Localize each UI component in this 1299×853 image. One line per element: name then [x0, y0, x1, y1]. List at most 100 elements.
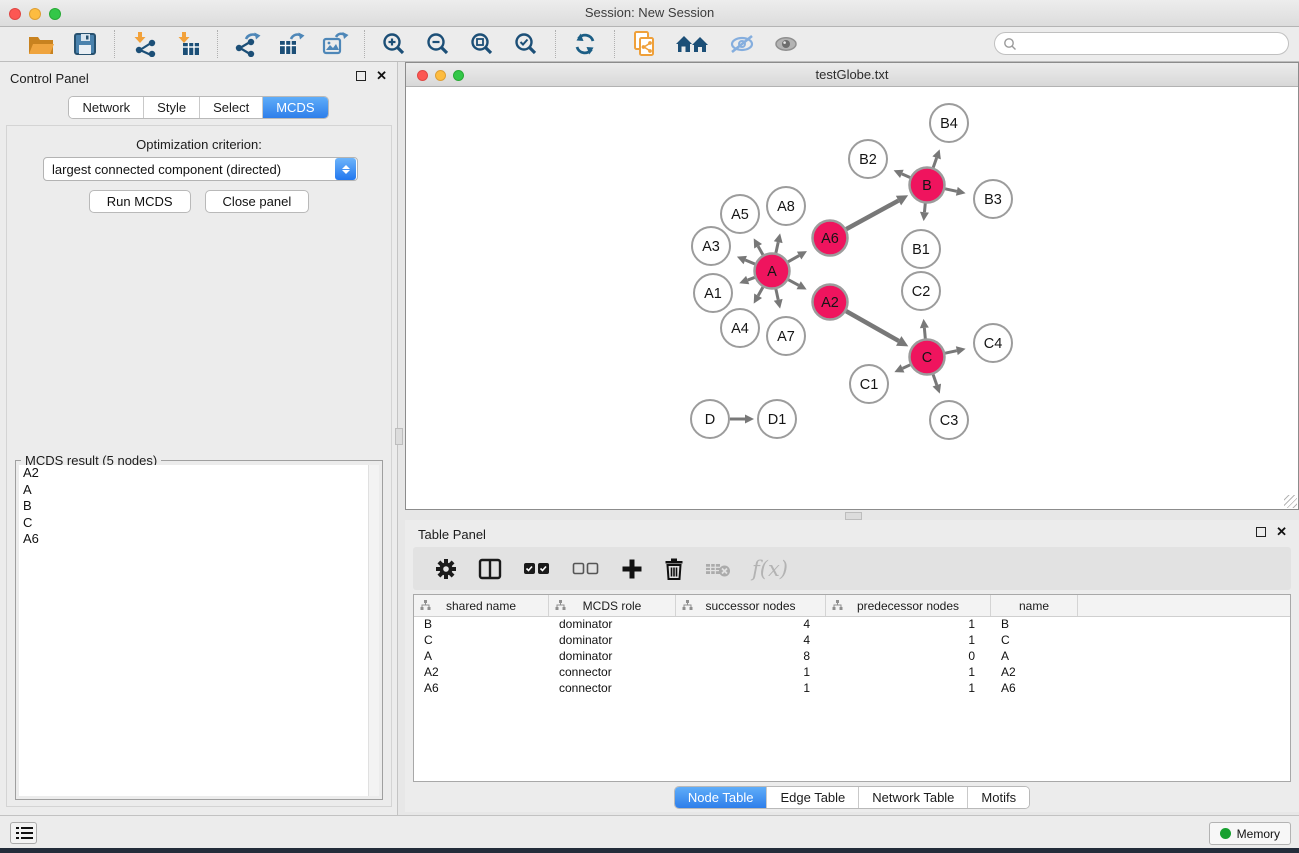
network-canvas[interactable]: AA5A8A3A1A4A7A6A2BB2B4B3B1CC2C4C1C3DD1 — [406, 87, 1298, 509]
run-mcds-button[interactable]: Run MCDS — [89, 190, 191, 213]
show-graphics-details-button[interactable] — [771, 30, 801, 58]
add-column-button[interactable] — [621, 558, 643, 580]
table-cell[interactable]: B — [414, 617, 549, 633]
table-cell[interactable]: A — [991, 649, 1078, 665]
network-graph[interactable]: AA5A8A3A1A4A7A6A2BB2B4B3B1CC2C4C1C3DD1 — [406, 87, 1298, 509]
table-cell[interactable]: dominator — [549, 633, 676, 649]
tab-edge-table[interactable]: Edge Table — [767, 787, 859, 808]
graph-edge-B-B2[interactable] — [902, 174, 910, 178]
close-window-button[interactable] — [9, 8, 21, 20]
table-cell[interactable]: 1 — [826, 681, 991, 697]
network-window-titlebar[interactable]: testGlobe.txt — [406, 63, 1298, 87]
table-row[interactable]: Bdominator41B — [414, 617, 1290, 633]
column-header-MCDS-role[interactable]: MCDS role — [549, 595, 676, 616]
graph-edge-A-A5[interactable] — [758, 246, 763, 255]
network-zoom-button[interactable] — [453, 70, 464, 81]
network-close-button[interactable] — [417, 70, 428, 81]
duplicate-network-button[interactable] — [629, 30, 659, 58]
float-table-panel-icon[interactable] — [1256, 527, 1266, 537]
graph-edge-A-A4[interactable] — [758, 287, 763, 296]
table-cell[interactable]: 0 — [826, 649, 991, 665]
float-panel-icon[interactable] — [356, 71, 366, 81]
table-row[interactable]: Adominator80A — [414, 649, 1290, 665]
table-cell[interactable]: A2 — [991, 665, 1078, 681]
column-header-predecessor-nodes[interactable]: predecessor nodes — [826, 595, 991, 616]
table-cell[interactable]: C — [991, 633, 1078, 649]
graph-edge-A-A3[interactable] — [745, 260, 755, 264]
table-cell[interactable]: A6 — [991, 681, 1078, 697]
graph-edge-C-C1[interactable] — [903, 365, 911, 369]
table-cell[interactable]: A — [414, 649, 549, 665]
tab-mcds[interactable]: MCDS — [263, 97, 327, 118]
unselect-all-button[interactable] — [572, 562, 600, 576]
graph-edge-B-B1[interactable] — [924, 203, 925, 212]
column-header-name[interactable]: name — [991, 595, 1078, 616]
table-row[interactable]: A6connector11A6 — [414, 681, 1290, 697]
mcds-result-item[interactable]: A6 — [19, 531, 368, 548]
close-table-panel-icon[interactable]: ✕ — [1276, 527, 1287, 537]
graph-edge-A-A7[interactable] — [776, 289, 778, 300]
table-cell[interactable]: connector — [549, 681, 676, 697]
memory-button[interactable]: Memory — [1209, 822, 1291, 845]
table-cell[interactable]: dominator — [549, 649, 676, 665]
mcds-result-item[interactable]: A2 — [19, 465, 368, 482]
graph-edge-C-C4[interactable] — [945, 351, 957, 353]
criterion-dropdown[interactable]: largest connected component (directed) — [43, 157, 358, 181]
result-scrollbar[interactable] — [368, 465, 379, 796]
minimize-window-button[interactable] — [29, 8, 41, 20]
show-columns-button[interactable] — [478, 558, 502, 580]
graph-edge-B-B3[interactable] — [945, 189, 957, 191]
table-cell[interactable]: connector — [549, 665, 676, 681]
graph-edge-B-B4[interactable] — [933, 158, 936, 168]
table-cell[interactable]: A2 — [414, 665, 549, 681]
delete-table-button[interactable] — [705, 560, 731, 578]
hide-graphics-details-button[interactable] — [727, 30, 757, 58]
close-panel-icon[interactable]: ✕ — [376, 71, 387, 81]
table-cell[interactable]: 1 — [676, 681, 826, 697]
export-table-button[interactable] — [276, 30, 306, 58]
graph-edge-A-A8[interactable] — [776, 242, 778, 253]
save-session-button[interactable] — [70, 30, 100, 58]
export-image-button[interactable] — [320, 30, 350, 58]
mcds-result-item[interactable]: B — [19, 498, 368, 515]
column-header-successor-nodes[interactable]: successor nodes — [676, 595, 826, 616]
delete-column-button[interactable] — [664, 558, 684, 580]
graph-edge-A-A6[interactable] — [788, 256, 799, 262]
open-session-button[interactable] — [26, 30, 56, 58]
zoom-window-button[interactable] — [49, 8, 61, 20]
zoom-out-button[interactable] — [423, 30, 453, 58]
tab-network-table[interactable]: Network Table — [859, 787, 968, 808]
mcds-result-list[interactable]: A2ABCA6 — [19, 465, 368, 796]
table-cell[interactable]: 8 — [676, 649, 826, 665]
graph-edge-A-A1[interactable] — [748, 277, 755, 280]
search-input[interactable] — [994, 32, 1289, 55]
table-cell[interactable]: 1 — [826, 617, 991, 633]
tab-style[interactable]: Style — [144, 97, 200, 118]
table-row[interactable]: A2connector11A2 — [414, 665, 1290, 681]
table-cell[interactable]: 1 — [826, 633, 991, 649]
tab-select[interactable]: Select — [200, 97, 263, 118]
task-history-button[interactable] — [10, 822, 37, 844]
window-resize-grip[interactable] — [1284, 495, 1297, 508]
graph-edge-C-C3[interactable] — [933, 374, 937, 385]
table-cell[interactable]: C — [414, 633, 549, 649]
import-network-button[interactable] — [129, 30, 159, 58]
select-all-button[interactable] — [523, 562, 551, 576]
zoom-selected-button[interactable] — [511, 30, 541, 58]
graph-edge-A6-B[interactable] — [846, 201, 898, 230]
table-cell[interactable]: B — [991, 617, 1078, 633]
table-cell[interactable]: 4 — [676, 617, 826, 633]
vertical-splitter-grip[interactable] — [395, 428, 403, 445]
table-cell[interactable]: 1 — [676, 665, 826, 681]
table-cell[interactable]: A6 — [414, 681, 549, 697]
zoom-fit-button[interactable] — [467, 30, 497, 58]
table-cell[interactable]: 4 — [676, 633, 826, 649]
column-header-shared-name[interactable]: shared name — [414, 595, 549, 616]
mcds-result-item[interactable]: C — [19, 515, 368, 532]
tab-motifs[interactable]: Motifs — [968, 787, 1029, 808]
mcds-result-item[interactable]: A — [19, 482, 368, 499]
refresh-view-button[interactable] — [570, 30, 600, 58]
tab-node-table[interactable]: Node Table — [675, 787, 768, 808]
import-table-button[interactable] — [173, 30, 203, 58]
export-network-button[interactable] — [232, 30, 262, 58]
